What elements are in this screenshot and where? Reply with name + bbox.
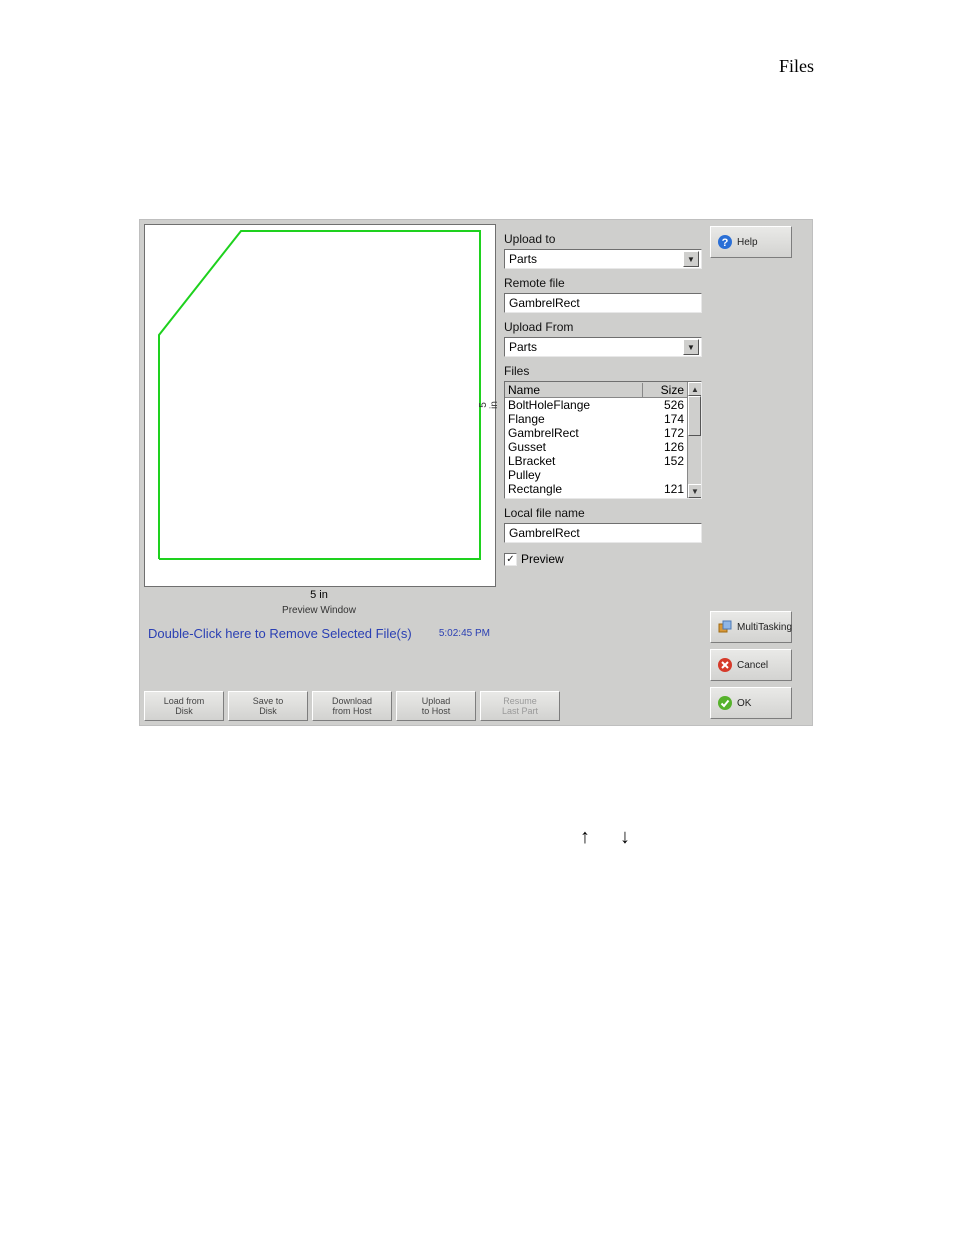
checkbox-icon[interactable]: ✓ [504,553,517,566]
preview-window [144,224,496,587]
upload-from-value: Parts [509,340,537,354]
list-item: LBracket152 [505,454,687,468]
dropdown-icon[interactable]: ▼ [683,339,699,355]
form-column: Upload to Parts ▼ Remote file GambrelRec… [498,220,704,725]
multitasking-icon [717,619,733,635]
timestamp: 5:02:45 PM [439,628,490,639]
local-file-value: GambrelRect [509,526,580,540]
upload-to-select[interactable]: Parts ▼ [504,249,702,269]
remote-file-label: Remote file [504,276,698,290]
multitasking-label: MultiTasking [737,622,792,633]
upload-from-label: Upload From [504,320,698,334]
multitasking-button[interactable]: MultiTasking [710,611,792,643]
upload-dialog: 5 in 5 in Preview Window Double-Click he… [139,219,813,726]
list-item: GambrelRect172 [505,426,687,440]
preview-checkbox-label: Preview [521,552,564,566]
list-header[interactable]: Name Size [505,382,687,398]
ok-label: OK [737,698,751,709]
list-item: Rectangle121 [505,482,687,496]
cancel-label: Cancel [737,660,768,671]
col-size-header[interactable]: Size [643,383,687,397]
preview-checkbox[interactable]: ✓ Preview [504,552,698,566]
files-listview[interactable]: Name Size BoltHoleFlange526 Flange174 Ga… [504,381,702,499]
dropdown-icon[interactable]: ▼ [683,251,699,267]
local-file-label: Local file name [504,506,698,520]
list-item: Gusset126 [505,440,687,454]
preview-column: 5 in 5 in Preview Window Double-Click he… [140,220,498,725]
cancel-icon [717,657,733,673]
preview-caption: Preview Window [144,605,494,616]
side-button-column: ? Help MultiTasking Cancel [704,220,812,725]
y-axis-label: 5 in [478,398,500,412]
part-outline [145,225,497,588]
upload-to-value: Parts [509,252,537,266]
scroll-up-icon[interactable]: ▲ [688,382,702,396]
page-header: Files [779,56,814,77]
scrollbar[interactable]: ▲ ▼ [687,382,701,498]
help-icon: ? [717,234,733,250]
list-item: Rectangle131 [505,496,687,498]
help-label: Help [737,237,758,248]
svg-text:?: ? [722,237,729,249]
scroll-track[interactable] [688,396,701,484]
cancel-button[interactable]: Cancel [710,649,792,681]
resume-last-part-button[interactable]: Resume Last Part [480,691,560,721]
save-to-disk-button[interactable]: Save to Disk [228,691,308,721]
help-button[interactable]: ? Help [710,226,792,258]
upload-to-label: Upload to [504,232,698,246]
list-item: Pulley [505,468,687,482]
scroll-down-icon[interactable]: ▼ [688,484,702,498]
list-item: BoltHoleFlange526 [505,398,687,412]
load-from-disk-button[interactable]: Load from Disk [144,691,224,721]
upload-to-host-button[interactable]: Upload to Host [396,691,476,721]
list-item: Flange174 [505,412,687,426]
remote-file-input[interactable]: GambrelRect [504,293,702,313]
upload-from-select[interactable]: Parts ▼ [504,337,702,357]
local-file-input[interactable]: GambrelRect [504,523,702,543]
remove-files-link[interactable]: Double-Click here to Remove Selected Fil… [148,626,412,641]
ok-button[interactable]: OK [710,687,792,719]
arrow-down-icon: ↓ [620,826,630,849]
remote-file-value: GambrelRect [509,296,580,310]
files-label: Files [504,364,698,378]
arrow-up-icon: ↑ [580,826,590,849]
col-name-header[interactable]: Name [505,383,643,397]
x-axis-label: 5 in [144,589,494,601]
arrow-indicators: ↑ ↓ [580,826,630,849]
bottom-toolbar: Load from Disk Save to Disk Download fro… [144,691,560,721]
ok-icon [717,695,733,711]
download-from-host-button[interactable]: Download from Host [312,691,392,721]
scroll-thumb[interactable] [688,396,701,436]
